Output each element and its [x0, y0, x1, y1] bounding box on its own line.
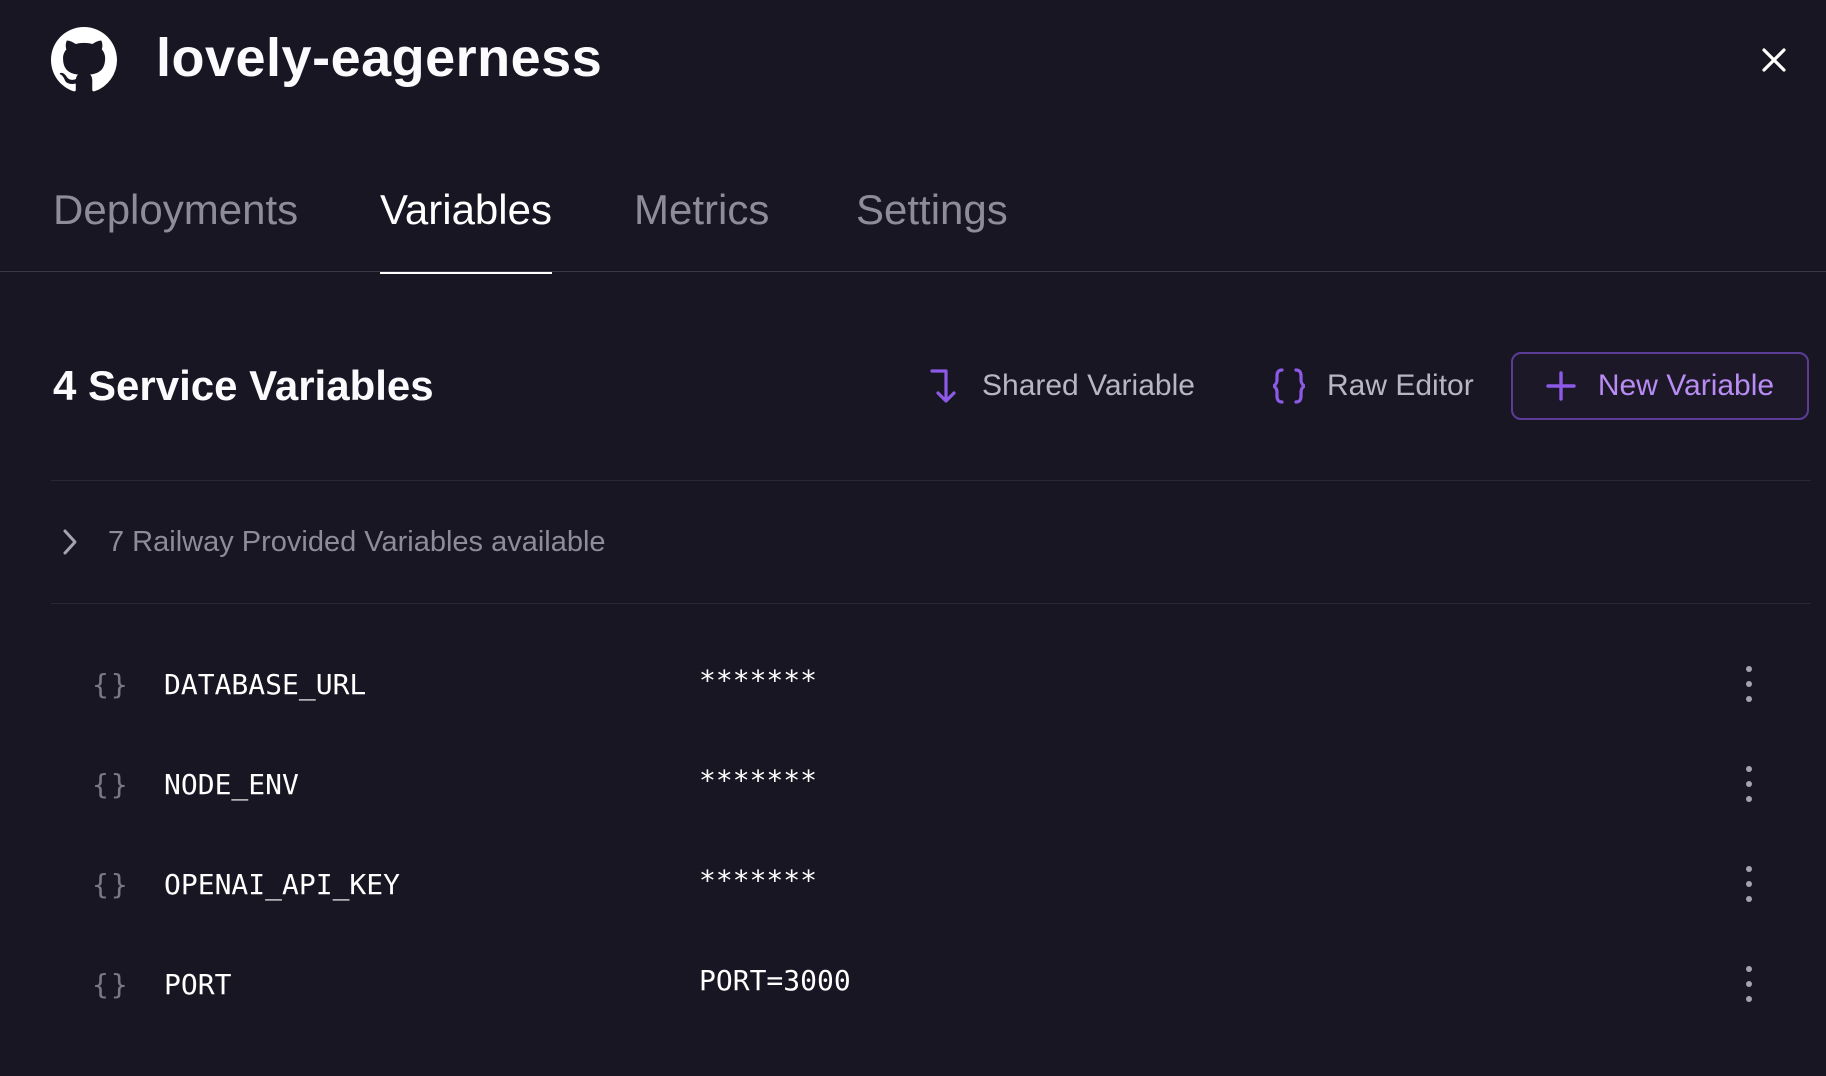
divider — [51, 603, 1811, 604]
service-title: lovely-eagerness — [156, 28, 603, 88]
braces-icon — [1272, 368, 1306, 404]
new-variable-button[interactable]: New Variable — [1511, 352, 1809, 420]
chevron-right-icon — [63, 529, 77, 555]
variable-value[interactable]: ******* — [699, 764, 817, 797]
tab-bar: Deployments Variables Metrics Settings — [0, 170, 1826, 274]
provided-variables-label: 7 Railway Provided Variables available — [108, 525, 606, 558]
new-variable-label: New Variable — [1597, 369, 1775, 402]
github-icon — [51, 27, 117, 92]
variable-name: OPENAI_API_KEY — [164, 868, 401, 901]
tab-settings[interactable]: Settings — [856, 184, 1008, 272]
tab-metrics[interactable]: Metrics — [634, 184, 769, 272]
variable-row[interactable]: {} DATABASE_URL ******* — [0, 640, 1826, 740]
shared-variable-label: Shared Variable — [982, 369, 1195, 402]
provided-variables-toggle[interactable]: 7 Railway Provided Variables available — [60, 520, 606, 564]
variable-row[interactable]: {} OPENAI_API_KEY ******* — [0, 840, 1826, 940]
tab-deployments[interactable]: Deployments — [53, 184, 298, 272]
panel-header: lovely-eagerness — [0, 0, 1826, 120]
more-options-icon[interactable] — [1734, 864, 1764, 904]
variable-value[interactable]: PORT=3000 — [699, 964, 851, 997]
raw-editor-button[interactable]: Raw Editor — [1271, 356, 1474, 416]
plus-icon — [1546, 371, 1576, 401]
variable-value[interactable]: ******* — [699, 664, 817, 697]
arrow-down-right-icon — [930, 369, 956, 403]
tab-variables[interactable]: Variables — [380, 184, 552, 274]
close-icon[interactable] — [1752, 38, 1796, 82]
variables-list: {} DATABASE_URL ******* {} NODE_ENV ****… — [0, 640, 1826, 1040]
shared-variable-button[interactable]: Shared Variable — [928, 356, 1195, 416]
more-options-icon[interactable] — [1734, 764, 1764, 804]
variable-name: PORT — [164, 968, 232, 1001]
variable-type-icon: {} — [92, 868, 130, 901]
variable-type-icon: {} — [92, 768, 130, 801]
variable-name: NODE_ENV — [164, 768, 299, 801]
divider — [51, 480, 1811, 481]
more-options-icon[interactable] — [1734, 964, 1764, 1004]
variable-name: DATABASE_URL — [164, 668, 367, 701]
more-options-icon[interactable] — [1734, 664, 1764, 704]
variable-row[interactable]: {} PORT PORT=3000 — [0, 940, 1826, 1040]
variable-type-icon: {} — [92, 668, 130, 701]
variable-type-icon: {} — [92, 968, 130, 1001]
section-title: 4 Service Variables — [53, 362, 434, 409]
variable-row[interactable]: {} NODE_ENV ******* — [0, 740, 1826, 840]
variable-value[interactable]: ******* — [699, 864, 817, 897]
raw-editor-label: Raw Editor — [1327, 369, 1474, 402]
